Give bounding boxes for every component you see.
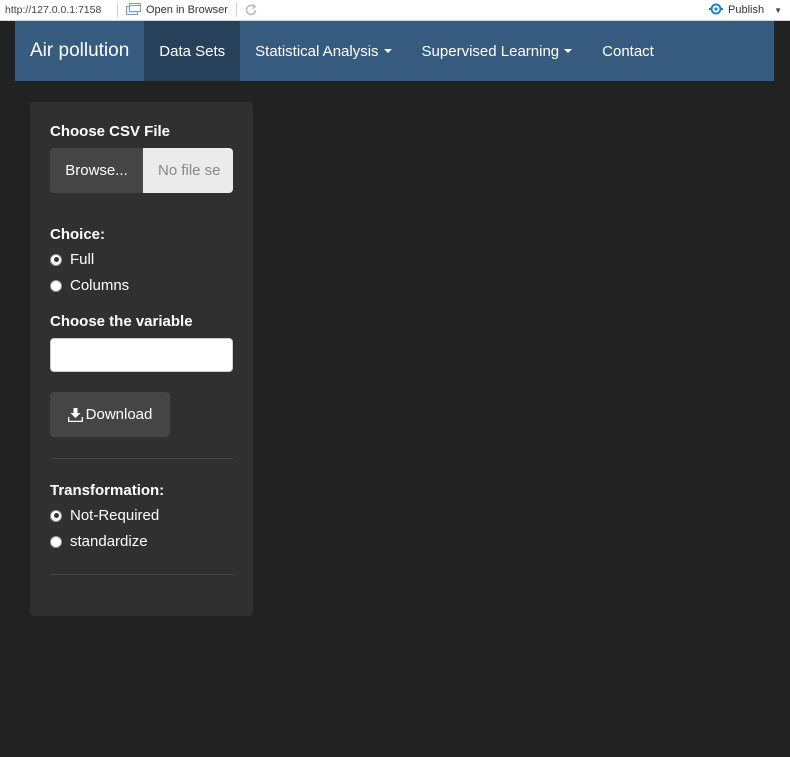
variable-label: Choose the variable: [50, 313, 193, 330]
open-in-browser-button[interactable]: Open in Browser: [123, 2, 231, 18]
file-name-field[interactable]: No file se: [143, 148, 233, 193]
transformation-label: Transformation:: [50, 482, 165, 499]
open-in-browser-icon: [126, 2, 141, 18]
tab-data-sets[interactable]: Data Sets: [144, 21, 241, 81]
radio-transformation-not-required[interactable]: Not-Required: [50, 507, 159, 524]
radio-label: Columns: [70, 277, 130, 294]
radio-label: Not-Required: [70, 507, 160, 524]
radio-label: Full: [70, 251, 95, 268]
radio-checked-icon[interactable]: [50, 509, 62, 522]
radio-checked-icon[interactable]: [50, 253, 62, 266]
publish-button[interactable]: Publish ▼: [708, 3, 790, 18]
open-in-browser-label: Open in Browser: [146, 4, 228, 16]
radio-choice-columns[interactable]: Columns: [50, 277, 129, 294]
variable-input[interactable]: [50, 338, 233, 372]
navbar: Air pollution Data Sets Statistical Anal…: [15, 21, 774, 81]
tab-supervised-learning[interactable]: Supervised Learning: [407, 21, 588, 81]
tab-label: Supervised Learning: [421, 42, 560, 60]
choice-label: Choice:: [50, 226, 106, 243]
tab-label: Data Sets: [159, 42, 226, 60]
divider: [50, 574, 233, 575]
navbar-brand[interactable]: Air pollution: [15, 21, 144, 81]
caret-down-icon: [383, 49, 392, 53]
download-button[interactable]: Download: [50, 392, 170, 437]
tab-statistical-analysis[interactable]: Statistical Analysis: [240, 21, 406, 81]
divider: [50, 458, 233, 459]
toolbar-divider: [117, 3, 118, 17]
sidebar-panel: Choose CSV File Browse... No file se Cho…: [30, 102, 253, 616]
file-input: Browse... No file se: [50, 148, 233, 193]
download-label: Download: [85, 406, 153, 423]
publish-icon: [708, 3, 724, 18]
publish-label: Publish: [728, 4, 765, 16]
viewer-toolbar: http://127.0.0.1:7158 Open in Browser Pu…: [0, 0, 790, 21]
tab-label: Contact: [602, 42, 654, 60]
file-input-label: Choose CSV File: [50, 123, 171, 140]
caret-down-icon: [564, 49, 573, 53]
refresh-icon[interactable]: [242, 2, 260, 18]
radio-label: standardize: [70, 533, 148, 550]
viewer-url: http://127.0.0.1:7158: [5, 4, 102, 16]
tab-label: Statistical Analysis: [255, 42, 379, 60]
chevron-down-icon: ▼: [774, 5, 782, 15]
radio-unchecked-icon[interactable]: [50, 535, 62, 548]
toolbar-divider: [235, 3, 237, 17]
tab-contact[interactable]: Contact: [587, 21, 669, 81]
download-icon: [67, 407, 83, 422]
browse-button[interactable]: Browse...: [50, 148, 143, 193]
radio-transformation-standardize[interactable]: standardize: [50, 533, 148, 550]
radio-unchecked-icon[interactable]: [50, 279, 62, 292]
radio-choice-full[interactable]: Full: [50, 251, 94, 268]
